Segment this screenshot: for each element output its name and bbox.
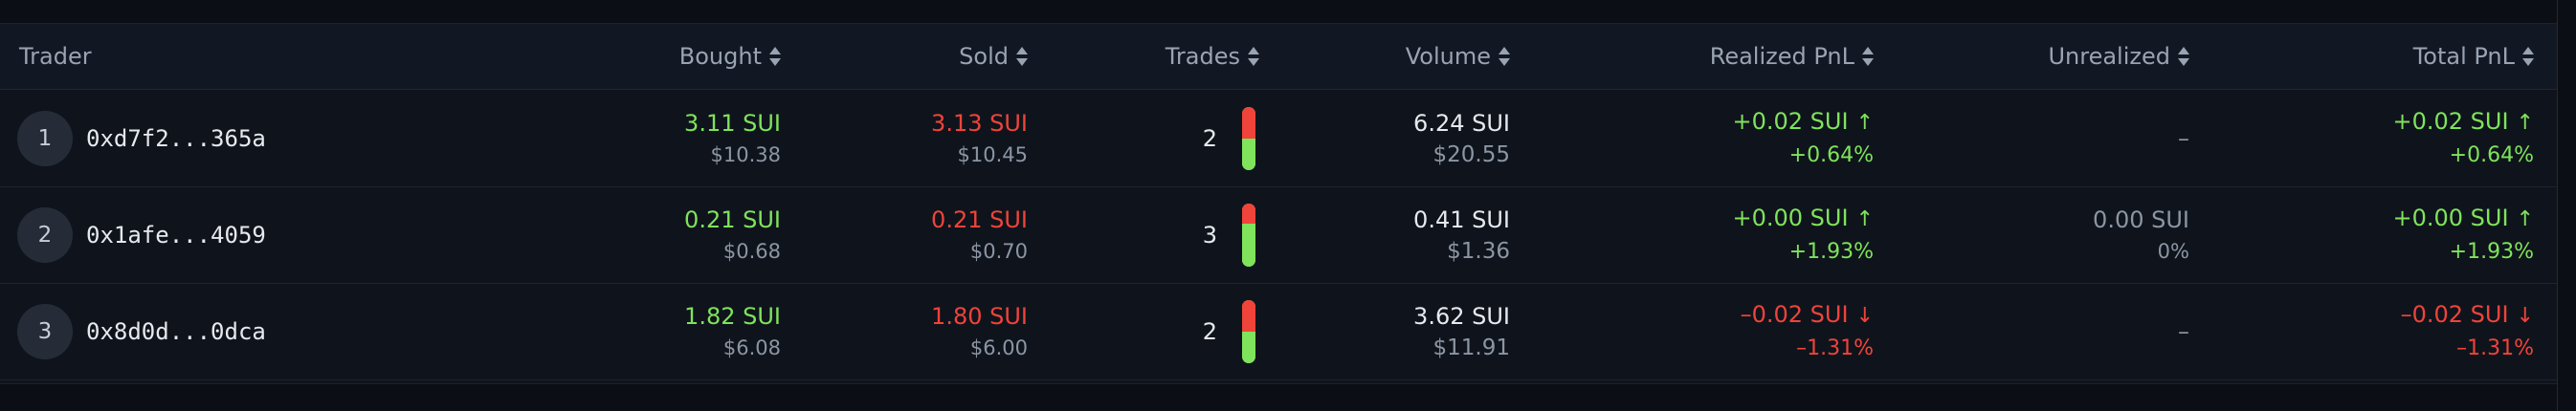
header-volume[interactable]: Volume [1406,24,1510,89]
bought-usd: $10.38 [710,142,781,166]
realized-pnl-value: –0.02 SUI ↓ [1741,298,1874,333]
trades-count: 2 [1202,317,1217,345]
traders-panel: Trader Bought Sold Trades Volume Realize… [0,0,2576,411]
sold-sui: 3.13 SUI [931,109,1028,137]
total-pnl-percent: +0.64% [2449,142,2534,167]
sort-icon[interactable] [769,46,781,67]
sold-sui: 1.80 SUI [931,302,1028,330]
sold-sui: 0.21 SUI [931,206,1028,233]
sold-cell: 0.21 SUI $0.70 [931,186,1028,283]
sold-cell: 3.13 SUI $10.45 [931,90,1028,186]
buy-sell-ratio-bar [1242,299,1255,363]
bought-sui: 3.11 SUI [684,109,781,137]
arrow-up-icon: ↑ [2516,206,2534,231]
rank-badge: 3 [17,303,73,359]
total-pnl-value: +0.02 SUI ↑ [2393,105,2535,140]
total-pnl-cell: +0.00 SUI ↑ +1.93% [2393,186,2535,283]
arrow-down-icon: ↓ [1855,303,1874,328]
unrealized-value: – [2178,124,2189,152]
volume-sui: 3.62 SUI [1413,302,1510,330]
header-bought[interactable]: Bought [679,24,781,89]
sold-usd: $0.70 [969,239,1028,263]
sort-icon[interactable] [1016,46,1028,67]
total-pnl-percent: –1.31% [2456,335,2534,360]
rank-badge: 2 [17,206,73,263]
buy-sell-ratio-bar [1242,203,1255,267]
unrealized-cell: – [2178,90,2189,186]
bought-usd: $6.08 [722,335,781,359]
sort-icon[interactable] [1862,46,1874,67]
sold-cell: 1.80 SUI $6.00 [931,283,1028,379]
buy-portion [1242,224,1255,267]
sort-icon[interactable] [1499,46,1510,67]
buy-sell-ratio-bar [1242,106,1255,170]
unrealized-value: – [2178,317,2189,345]
header-unrealized[interactable]: Unrealized [2048,24,2189,89]
total-pnl-cell: +0.02 SUI ↑ +0.64% [2393,90,2535,186]
rank-badge: 1 [17,110,73,166]
realized-pnl-cell: +0.00 SUI ↑ +1.93% [1733,186,1875,283]
bought-cell: 0.21 SUI $0.68 [684,186,781,283]
realized-pnl-value: +0.02 SUI ↑ [1733,105,1875,140]
table-row[interactable]: 1 0xd7f2...365a 3.11 SUI $10.38 3.13 SUI… [0,90,2557,187]
unrealized-cell: – [2178,283,2189,379]
header-trader: Trader [19,43,92,70]
table-header: Trader Bought Sold Trades Volume Realize… [0,24,2557,90]
sell-portion [1242,106,1255,139]
total-pnl-percent: +1.93% [2449,239,2534,264]
realized-pnl-value: +0.00 SUI ↑ [1733,202,1875,236]
unrealized-value: 0.00 SUI [2093,206,2189,233]
total-pnl-value: +0.00 SUI ↑ [2393,202,2535,236]
volume-cell: 0.41 SUI $1.36 [1413,186,1510,283]
bought-cell: 1.82 SUI $6.08 [684,283,781,379]
realized-pnl-cell: –0.02 SUI ↓ –1.31% [1741,283,1874,379]
buy-portion [1242,331,1255,363]
volume-usd: $20.55 [1432,141,1510,167]
bought-sui: 0.21 SUI [684,206,781,233]
sort-icon[interactable] [1248,46,1259,67]
arrow-up-icon: ↑ [1855,110,1874,135]
volume-sui: 6.24 SUI [1413,109,1510,137]
volume-usd: $1.36 [1447,238,1510,264]
header-sold[interactable]: Sold [959,24,1028,89]
header-realized-pnl[interactable]: Realized PnL [1710,24,1874,89]
volume-cell: 3.62 SUI $11.91 [1413,283,1510,379]
bought-usd: $0.68 [722,239,781,263]
sold-usd: $6.00 [969,335,1028,359]
sort-icon[interactable] [2178,46,2189,67]
trader-address[interactable]: 0x1afe...4059 [86,186,266,283]
unrealized-percent: 0% [2157,239,2189,263]
header-trades[interactable]: Trades [1166,24,1259,89]
table-row[interactable]: 2 0x1afe...4059 0.21 SUI $0.68 0.21 SUI … [0,186,2557,284]
volume-sui: 0.41 SUI [1413,206,1510,233]
realized-pnl-cell: +0.02 SUI ↑ +0.64% [1733,90,1875,186]
trades-count: 3 [1202,221,1217,249]
scroll-edge [2557,0,2576,411]
arrow-up-icon: ↑ [1855,206,1874,231]
total-pnl-value: –0.02 SUI ↓ [2401,298,2534,333]
volume-usd: $11.91 [1432,335,1510,360]
total-pnl-cell: –0.02 SUI ↓ –1.31% [2401,283,2534,379]
realized-pnl-percent: +1.93% [1788,239,1874,264]
header-total-pnl[interactable]: Total PnL [2413,24,2534,89]
bought-sui: 1.82 SUI [684,302,781,330]
arrow-up-icon: ↑ [2516,110,2534,135]
bought-cell: 3.11 SUI $10.38 [684,90,781,186]
trades-count: 2 [1202,124,1217,152]
sell-portion [1242,203,1255,225]
arrow-down-icon: ↓ [2516,303,2534,328]
table-row[interactable]: 3 0x8d0d...0dca 1.82 SUI $6.08 1.80 SUI … [0,283,2557,380]
sell-portion [1242,299,1255,332]
trader-address[interactable]: 0x8d0d...0dca [86,283,266,379]
volume-cell: 6.24 SUI $20.55 [1413,90,1510,186]
realized-pnl-percent: +0.64% [1788,142,1874,167]
realized-pnl-percent: –1.31% [1796,335,1874,360]
buy-portion [1242,138,1255,170]
unrealized-cell: 0.00 SUI 0% [2093,186,2189,283]
traders-table: Trader Bought Sold Trades Volume Realize… [0,23,2557,384]
sort-icon[interactable] [2522,46,2534,67]
sold-usd: $10.45 [957,142,1028,166]
trader-address[interactable]: 0xd7f2...365a [86,90,266,186]
